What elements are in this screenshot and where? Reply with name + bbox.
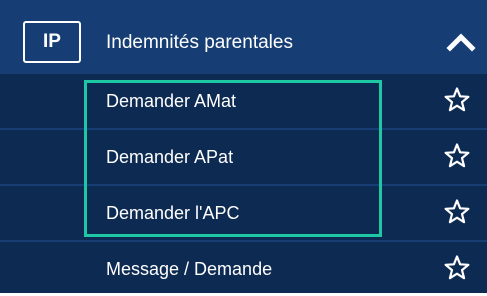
menu-item-label: Demander AMat bbox=[106, 91, 237, 111]
menu-item-demander-apc[interactable]: Demander l'APC bbox=[0, 186, 487, 240]
star-outline-icon[interactable] bbox=[443, 142, 471, 170]
section-header-parental-allowances[interactable]: IP Indemnités parentales bbox=[0, 0, 487, 74]
section-abbreviation-badge: IP bbox=[23, 21, 81, 63]
star-outline-icon[interactable] bbox=[443, 254, 471, 282]
star-outline-icon[interactable] bbox=[443, 86, 471, 114]
section-title: Indemnités parentales bbox=[106, 32, 293, 53]
star-outline-icon[interactable] bbox=[443, 198, 471, 226]
menu-item-message-demande[interactable]: Message / Demande bbox=[0, 242, 487, 296]
menu-item-label: Demander l'APC bbox=[106, 203, 240, 223]
menu-item-demander-apat[interactable]: Demander APat bbox=[0, 130, 487, 184]
menu-item-demander-amat[interactable]: Demander AMat bbox=[0, 74, 487, 128]
menu-item-label: Demander APat bbox=[106, 147, 234, 167]
chevron-up-icon[interactable] bbox=[446, 27, 476, 57]
menu-item-label: Message / Demande bbox=[106, 259, 273, 279]
section-abbreviation: IP bbox=[43, 31, 61, 52]
sidebar-menu-section: IP Indemnités parentales Demander AMat D… bbox=[0, 0, 487, 293]
